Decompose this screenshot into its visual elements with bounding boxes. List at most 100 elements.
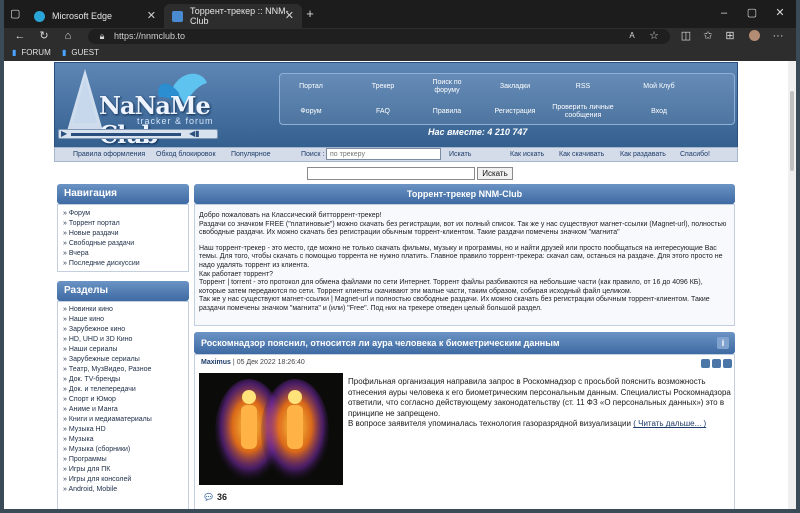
comment-icon: 💬︎ <box>203 492 215 502</box>
section-item[interactable]: » Игры для ПК <box>58 465 188 475</box>
global-search-input[interactable] <box>307 167 475 180</box>
bookmark-forum[interactable]: ▮ FORUM <box>12 48 51 57</box>
section-item[interactable]: » Музыка <box>58 435 188 445</box>
tab-microsoft-edge[interactable]: Microsoft Edge ✕ <box>26 4 164 28</box>
how-it-works-heading: Как работает торрент? <box>199 270 274 278</box>
nav-check-messages[interactable]: Проверить личные сообщения <box>547 100 619 123</box>
link-bypass-blocks[interactable]: Обход блокировок <box>156 151 216 158</box>
nav-portal[interactable]: Портал <box>283 75 339 98</box>
share-vk-icon[interactable] <box>701 359 710 368</box>
sidebar-item-torrent-portal[interactable]: » Торрент портал <box>58 219 188 229</box>
profile-avatar-icon[interactable] <box>748 30 760 44</box>
share-bookmark-icon[interactable] <box>723 359 732 368</box>
share-link-icon[interactable] <box>712 359 721 368</box>
nav-tracker[interactable]: Трекер <box>355 75 411 98</box>
menu-icon[interactable]: ··· <box>772 30 784 42</box>
article-paragraph: В вопросе заявителя упоминалась технолог… <box>348 419 631 429</box>
tab-nnm-club[interactable]: Торрент-трекер :: NNM-Club ✕ <box>164 4 302 28</box>
link-search[interactable]: Искать <box>449 151 471 158</box>
global-search-button[interactable]: Искать <box>477 167 513 180</box>
section-item[interactable]: » Наши сериалы <box>58 345 188 355</box>
close-window-icon[interactable]: ✕ <box>774 7 786 19</box>
tab-actions-icon[interactable]: ▢ <box>10 8 20 20</box>
info-icon[interactable]: i <box>717 337 729 349</box>
close-tab-icon[interactable]: ✕ <box>147 9 156 22</box>
sidebar-item-yesterday[interactable]: » Вчера <box>58 249 188 259</box>
section-item[interactable]: » Android, Mobile <box>58 485 188 495</box>
favorite-icon[interactable]: ☆ <box>648 30 660 42</box>
audio-player[interactable]: ▶ ◀▮ <box>58 129 218 139</box>
comments-number: 36 <box>216 492 227 502</box>
sidebar-item-free[interactable]: » Свободные раздачи <box>58 239 188 249</box>
read-aloud-icon[interactable]: A <box>626 30 638 42</box>
refresh-icon[interactable]: ↻ <box>38 30 50 42</box>
nav-my-club[interactable]: Мой Клуб <box>631 75 687 98</box>
section-item[interactable]: » Книги и медиаматериалы <box>58 415 188 425</box>
link-how-to-search[interactable]: Как искать <box>510 151 544 158</box>
maximize-icon[interactable]: ▢ <box>746 7 758 19</box>
nav-forum-search[interactable]: Поиск по форуму <box>419 75 475 98</box>
home-icon[interactable]: ⌂ <box>62 30 74 42</box>
magnet-info: Так же у нас существуют магнет-ссылки | … <box>199 296 710 312</box>
section-item[interactable]: » Зарубежные сериалы <box>58 355 188 365</box>
collections-icon[interactable]: ⊞ <box>724 30 736 42</box>
link-thanks[interactable]: Спасибо! <box>680 151 710 158</box>
nav-faq[interactable]: FAQ <box>355 100 411 123</box>
section-item[interactable]: » Театр, МузВидео, Разное <box>58 365 188 375</box>
section-item[interactable]: » Наше кино <box>58 315 188 325</box>
link-popular[interactable]: Популярное <box>231 151 270 158</box>
comments-count[interactable]: 💬︎ 36 <box>203 492 227 503</box>
sidebar-item-forum[interactable]: » Форум <box>58 209 188 219</box>
section-item[interactable]: » Док. TV-бренды <box>58 375 188 385</box>
nav-rules[interactable]: Правила <box>419 100 475 123</box>
new-tab-icon[interactable]: + <box>304 7 316 20</box>
play-icon[interactable]: ▶ <box>61 129 67 138</box>
section-item[interactable]: » Игры для консолей <box>58 475 188 485</box>
section-item[interactable]: » Новинки кино <box>58 305 188 315</box>
logo-subtitle: tracker & forum <box>137 116 214 126</box>
split-screen-icon[interactable]: ◫ <box>680 30 692 42</box>
search-label: Поиск : <box>301 151 325 158</box>
article-image <box>199 373 343 485</box>
news-title[interactable]: Роскомнадзор пояснил, относится ли аура … <box>194 332 735 354</box>
nav-rss[interactable]: RSS <box>555 75 611 98</box>
nav-forum[interactable]: Форум <box>283 100 339 123</box>
sections-panel-title: Разделы <box>57 281 189 301</box>
close-tab-icon[interactable]: ✕ <box>285 9 294 22</box>
link-how-to-download[interactable]: Как скачивать <box>559 151 604 158</box>
page-viewport: NaNaMe Club tracker & forum ▶ ◀▮ Портал … <box>4 61 788 509</box>
address-bar[interactable]: 🔒︎ https://nnmclub.to <box>88 29 670 44</box>
post-author[interactable]: Maximus <box>201 359 231 366</box>
section-item[interactable]: » Музыка HD <box>58 425 188 435</box>
section-item[interactable]: » Спорт и Юмор <box>58 395 188 405</box>
site-logo[interactable]: NaNaMe Club tracker & forum ▶ ◀▮ <box>55 63 270 149</box>
back-icon[interactable]: ← <box>14 30 26 42</box>
section-item[interactable]: » Док. и телепередачи <box>58 385 188 395</box>
section-item[interactable]: » HD, UHD и 3D Кино <box>58 335 188 345</box>
sidebar-item-discussions[interactable]: » Последние дискуссии <box>58 259 188 269</box>
link-formatting-rules[interactable]: Правила оформления <box>73 151 145 158</box>
tracker-search-input[interactable] <box>326 148 441 160</box>
link-how-to-seed[interactable]: Как раздавать <box>620 151 666 158</box>
section-item[interactable]: » Зарубежное кино <box>58 325 188 335</box>
article-body: Профильная организация направила запрос … <box>348 377 732 430</box>
nav-bookmarks[interactable]: Закладки <box>487 75 543 98</box>
post-meta: Maximus | 05 Дек 2022 18:26:40 <box>201 359 305 366</box>
minimize-icon[interactable]: – <box>718 7 730 19</box>
read-more-link[interactable]: ( Читать дальше... ) <box>633 419 706 428</box>
player-progress[interactable] <box>71 133 181 136</box>
bookmark-label: GUEST <box>71 48 99 57</box>
section-item[interactable]: » Аниме и Манга <box>58 405 188 415</box>
favorites-icon[interactable]: ✩ <box>702 30 714 42</box>
scrollbar-thumb[interactable] <box>790 91 794 171</box>
section-item[interactable]: » Музыка (сборники) <box>58 445 188 455</box>
page-scrollbar[interactable] <box>788 61 796 509</box>
tab-strip: ▢ Microsoft Edge ✕ Торрент-трекер :: NNM… <box>4 0 796 28</box>
nav-register[interactable]: Регистрация <box>487 100 543 123</box>
section-item[interactable]: » Программы <box>58 455 188 465</box>
volume-icon[interactable]: ◀▮ <box>189 129 200 138</box>
header-nav: Портал Трекер Поиск по форуму Закладки R… <box>279 73 735 125</box>
bookmark-guest[interactable]: ▮ GUEST <box>62 48 99 57</box>
sidebar-item-new[interactable]: » Новые раздачи <box>58 229 188 239</box>
nav-login[interactable]: Вход <box>631 100 687 123</box>
